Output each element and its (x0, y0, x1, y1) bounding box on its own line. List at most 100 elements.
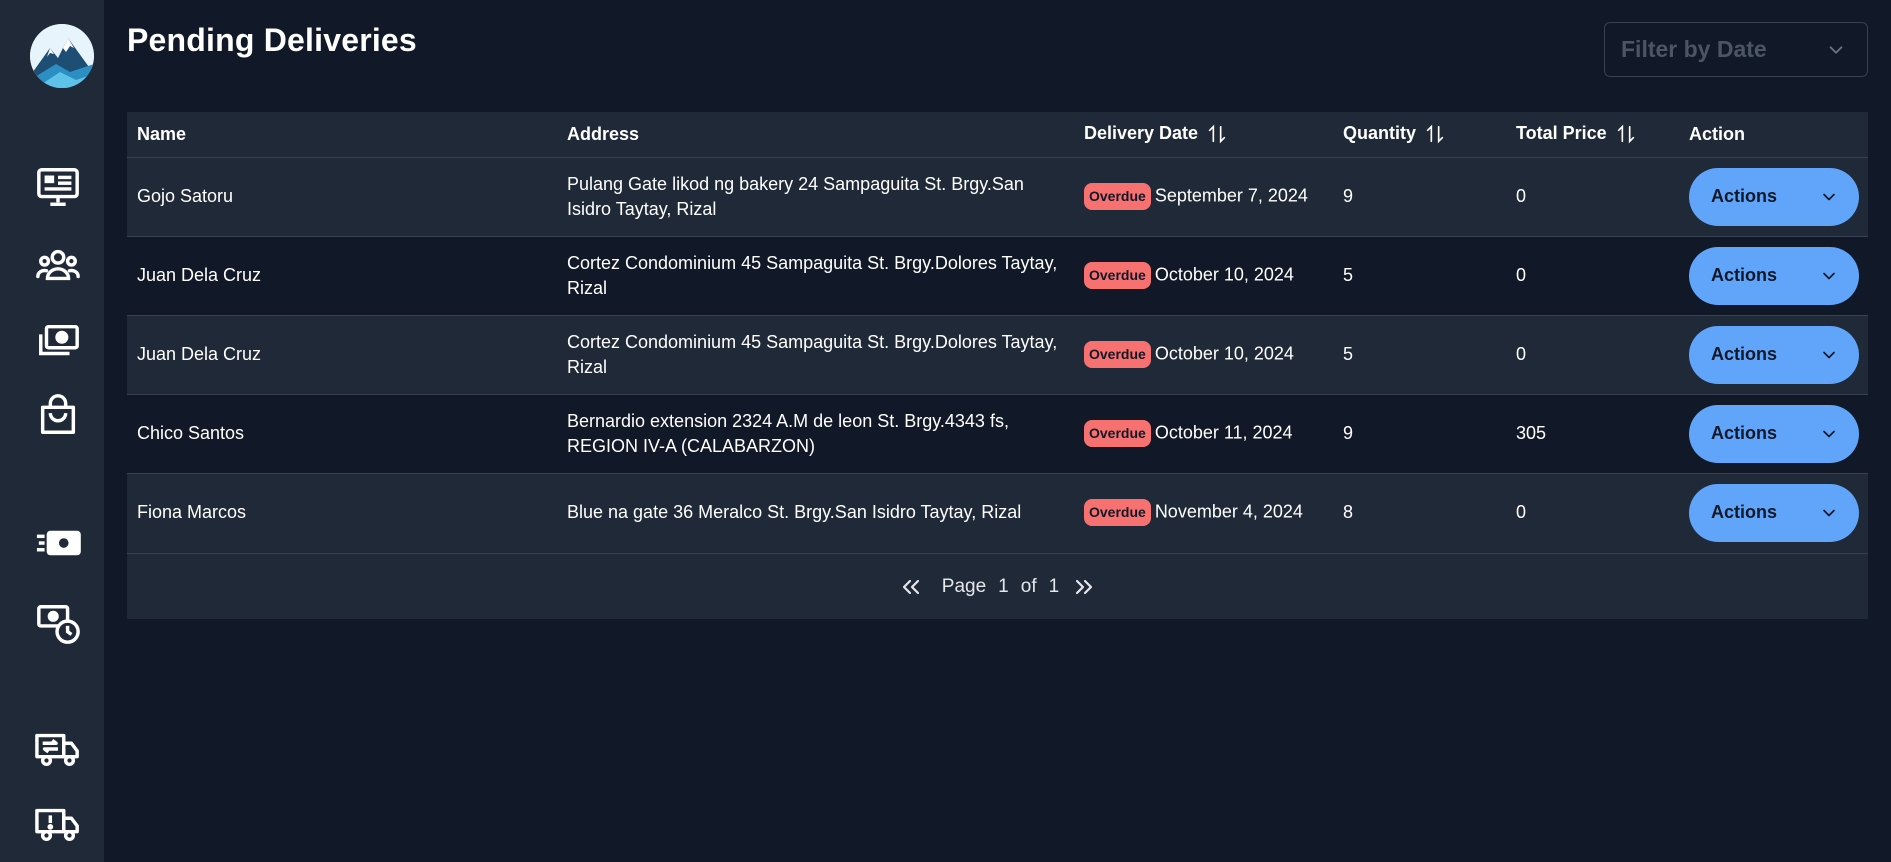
table-row: Gojo Satoru Pulang Gate likod ng bakery … (127, 157, 1868, 236)
cell-name: Fiona Marcos (137, 502, 247, 523)
table-row: Fiona Marcos Blue na gate 36 Meralco St.… (127, 473, 1868, 552)
sort-icon[interactable] (1206, 123, 1228, 145)
pagination: Page 1 of 1 (127, 553, 1868, 619)
chevron-down-icon (1823, 509, 1835, 517)
cell-delivery-date: Overdue September 7, 2024 (1074, 157, 1333, 236)
chevron-down-icon (1823, 272, 1835, 279)
users-icon[interactable] (34, 241, 82, 289)
cell-quantity: 5 (1343, 344, 1354, 364)
overdue-badge: Overdue (1084, 341, 1151, 368)
sort-icon[interactable] (1615, 123, 1637, 145)
cell-address: Bernardio extension 2324 A.M de leon St.… (567, 410, 1009, 456)
delivery-date-text: October 10, 2024 (1154, 343, 1294, 364)
shopping-bag-icon[interactable] (34, 391, 82, 439)
next-page-button[interactable] (1071, 574, 1097, 600)
actions-label: Actions (1711, 502, 1778, 523)
header-total-price[interactable]: Total Price (1506, 112, 1679, 157)
overdue-badge: Overdue (1084, 183, 1151, 210)
app-logo[interactable] (30, 24, 94, 88)
cell-action: Actions (1679, 394, 1868, 473)
filter-label: Filter by Date (1621, 36, 1767, 62)
cell-action: Actions (1679, 315, 1868, 394)
table-row: Juan Dela Cruz Cortez Condominium 45 Sam… (127, 236, 1868, 315)
cell-address: Pulang Gate likod ng bakery 24 Sampaguit… (567, 173, 1024, 219)
chevrons-left-icon (902, 579, 919, 594)
chevron-down-icon (1829, 46, 1843, 54)
overdue-badge: Overdue (1084, 499, 1151, 527)
deliveries-table: Name Address Delivery Date Quantity Tota… (127, 112, 1868, 552)
chevron-down-icon (1823, 193, 1835, 200)
cell-total-price: 0 (1516, 265, 1527, 285)
page-title: Pending Deliveries (127, 22, 417, 58)
delivery-date-text: October 10, 2024 (1154, 264, 1294, 285)
cell-delivery-date: Overdue October 10, 2024 (1074, 315, 1333, 394)
table-row: Juan Dela Cruz Cortez Condominium 45 Sam… (127, 315, 1868, 394)
delivery-date-text: November 4, 2024 (1154, 501, 1303, 522)
deliveries-table-container: Name Address Delivery Date Quantity Tota… (127, 112, 1868, 619)
actions-dropdown-button[interactable]: Actions (1689, 404, 1859, 463)
header-delivery-date[interactable]: Delivery Date (1074, 112, 1333, 157)
chevron-down-icon (1823, 351, 1835, 358)
current-page: 1 (998, 575, 1009, 597)
header-name: Name (127, 112, 557, 157)
cell-action: Actions (1679, 236, 1868, 315)
cell-name: Juan Dela Cruz (137, 265, 262, 285)
actions-label: Actions (1711, 186, 1778, 206)
header-total-price-label: Total Price (1516, 123, 1607, 144)
cell-address: Blue na gate 36 Meralco St. Brgy.San Isi… (567, 502, 1022, 523)
truck-alert-icon[interactable] (34, 800, 82, 848)
sidebar (0, 0, 104, 862)
header-address-label: Address (567, 123, 640, 144)
cell-action: Actions (1679, 473, 1868, 552)
overdue-badge: Overdue (1084, 262, 1151, 289)
actions-dropdown-button[interactable]: Actions (1689, 246, 1859, 305)
cell-delivery-date: Overdue October 11, 2024 (1074, 394, 1333, 473)
cell-total-price: 0 (1516, 344, 1527, 364)
cell-quantity: 5 (1343, 265, 1354, 285)
cell-delivery-date: Overdue November 4, 2024 (1074, 473, 1333, 552)
actions-label: Actions (1711, 344, 1778, 364)
table-header-row: Name Address Delivery Date Quantity Tota… (127, 112, 1868, 157)
header-quantity-label: Quantity (1343, 123, 1417, 144)
header-quantity[interactable]: Quantity (1333, 112, 1506, 157)
dashboard-icon[interactable] (34, 163, 82, 211)
sort-icon[interactable] (1424, 123, 1446, 145)
overdue-badge: Overdue (1084, 420, 1151, 447)
actions-dropdown-button[interactable]: Actions (1689, 325, 1859, 384)
cell-name: Gojo Satoru (137, 186, 234, 206)
total-pages: 1 (1048, 575, 1060, 597)
cash-icon[interactable] (34, 318, 82, 366)
header-action-label: Action (1689, 123, 1745, 144)
cell-quantity: 9 (1343, 423, 1354, 443)
previous-page-button[interactable] (898, 574, 924, 600)
header-action: Action (1679, 112, 1868, 157)
cell-name: Chico Santos (137, 423, 245, 443)
cell-total-price: 0 (1516, 186, 1527, 206)
of-label: of (1020, 575, 1037, 597)
chevrons-right-icon (1076, 579, 1093, 594)
cell-total-price: 305 (1516, 423, 1547, 443)
cell-quantity: 8 (1343, 502, 1354, 523)
truck-transfer-icon[interactable] (34, 725, 82, 773)
cell-quantity: 9 (1343, 186, 1354, 206)
cell-action: Actions (1679, 157, 1868, 236)
main-content: Pending Deliveries Filter by Date Name A… (104, 0, 1891, 862)
fast-cash-icon[interactable] (34, 520, 82, 568)
actions-dropdown-button[interactable]: Actions (1689, 483, 1859, 542)
cell-address: Cortez Condominium 45 Sampaguita St. Brg… (567, 252, 1058, 298)
actions-dropdown-button[interactable]: Actions (1689, 167, 1859, 226)
cash-clock-icon[interactable] (34, 600, 82, 648)
header-delivery-date-label: Delivery Date (1084, 123, 1199, 144)
actions-label: Actions (1711, 423, 1778, 443)
cell-name: Juan Dela Cruz (137, 344, 262, 364)
delivery-date-text: September 7, 2024 (1154, 185, 1308, 206)
header-address: Address (557, 112, 1074, 157)
delivery-date-text: October 11, 2024 (1154, 422, 1293, 443)
table-row: Chico Santos Bernardio extension 2324 A.… (127, 394, 1868, 473)
filter-by-date-select[interactable]: Filter by Date (1604, 22, 1868, 77)
page-label: Page (941, 575, 987, 597)
header-name-label: Name (137, 123, 187, 144)
cell-address: Cortez Condominium 45 Sampaguita St. Brg… (567, 331, 1058, 377)
chevron-down-icon (1823, 430, 1835, 437)
cell-delivery-date: Overdue October 10, 2024 (1074, 236, 1333, 315)
